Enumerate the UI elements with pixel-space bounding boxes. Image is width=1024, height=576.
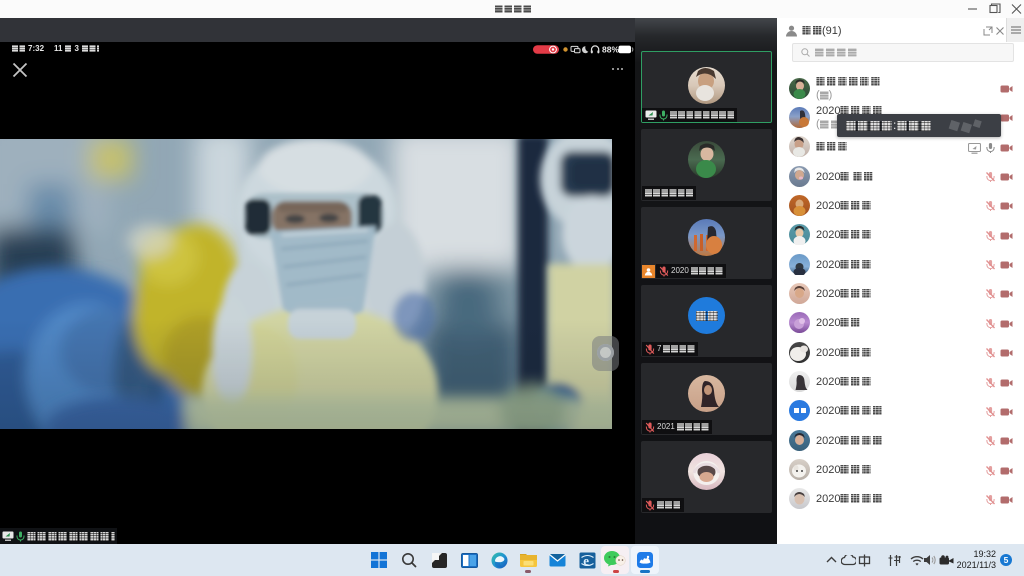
svg-text:88%: 88% (602, 45, 619, 55)
